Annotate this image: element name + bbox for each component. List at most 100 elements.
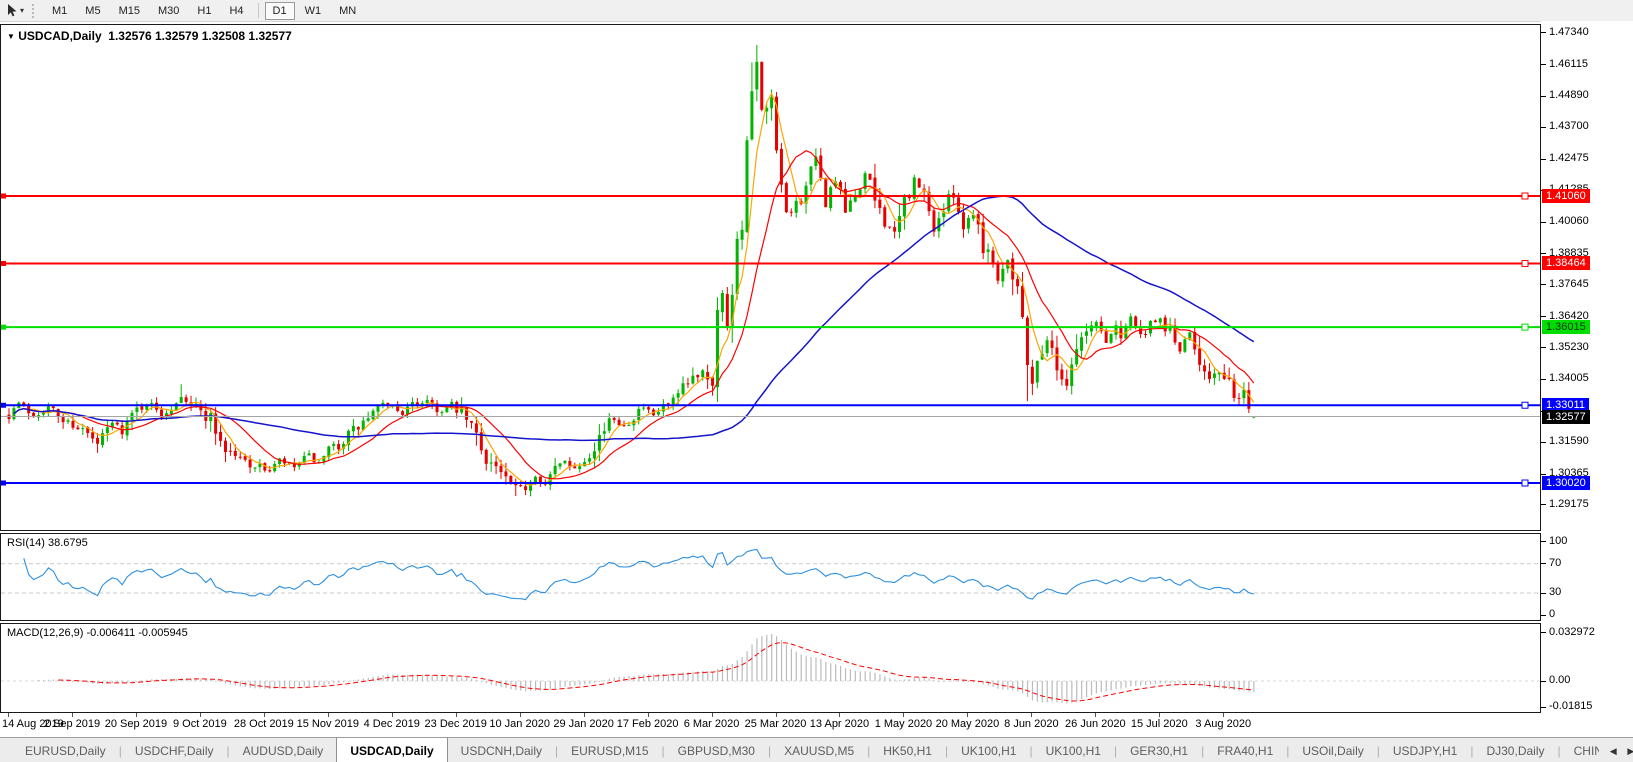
timeframe-button-h4[interactable]: H4 [221,2,251,20]
date-tick-mark [903,713,905,717]
hline-price-chip: 1.30020 [1542,476,1590,490]
chart-tab-eurusd-daily[interactable]: EURUSD,Daily [12,738,119,762]
date-tick-mark [1095,713,1097,717]
toolbar-separator [257,3,259,18]
macd-plot[interactable] [1,624,1540,712]
date-label: 3 Aug 2020 [1195,718,1252,730]
macd-tick-label: -0.01815 [1549,700,1593,713]
rsi-tick-label: 0 [1549,608,1556,620]
macd-tick-mark [1541,680,1546,682]
chart-tab-usdjpy-h1[interactable]: USDJPY,H1 [1380,738,1470,762]
price-tick-label: 1.42475 [1549,152,1589,165]
date-label: 26 Jun 2020 [1065,718,1126,730]
date-tick-mark [775,713,777,717]
rsi-tick-mark [1541,614,1546,616]
dropdown-triangle-icon: ▼ [7,32,15,41]
macd-tick-label: 0.00 [1549,674,1571,686]
date-label: 15 Jul 2020 [1130,718,1188,730]
timeframe-button-w1[interactable]: W1 [297,2,330,20]
date-tick-mark [8,713,9,717]
date-tick-mark [583,713,585,717]
price-tick-label: 1.40060 [1549,215,1589,227]
price-tick-mark [1541,253,1546,255]
rsi-tick-mark [1541,592,1546,594]
rsi-indicator-panel[interactable]: RSI(14) 38.6795 [0,533,1541,621]
price-tick-label: 1.44890 [1549,89,1589,102]
macd-tick-mark [1541,706,1546,708]
timeframe-buttons: M1 M5 M15 M30 H1 H4 D1 W1 MN [43,0,365,21]
date-tick-mark [1159,713,1161,717]
hline-price-chip: 1.38464 [1542,256,1590,271]
date-tick-mark [839,713,841,717]
timeframe-button-h1[interactable]: H1 [189,2,219,20]
price-tick-mark [1541,158,1546,160]
chart-tab-usdcad-daily[interactable]: USDCAD,Daily [336,738,448,762]
date-label: 17 Feb 2020 [616,718,679,730]
date-tick-mark [135,713,137,717]
candlestick-chart[interactable] [1,25,1540,530]
date-axis[interactable]: 14 Aug 2019 2 Sep 2019 20 Sep 2019 9 Oct 20… [0,713,1541,737]
price-tick-label: 1.29175 [1549,497,1589,510]
macd-indicator-panel[interactable]: MACD(12,26,9) -0.006411 -0.005945 [0,623,1541,713]
chart-tab-uk100-h1[interactable]: UK100,H1 [1033,738,1114,762]
price-tick-label: 1.31590 [1549,435,1589,448]
price-tick-label: 1.47340 [1549,25,1589,38]
price-tick-label: 1.37645 [1549,277,1589,290]
scroll-left-icon[interactable]: ◀ [1610,746,1617,757]
timeframe-button-m5[interactable]: M5 [77,2,108,20]
date-label: 8 Jun 2020 [1004,718,1059,730]
date-tick-mark [263,713,265,717]
chart-tab-eurusd-m15[interactable]: EURUSD,M15 [558,738,661,762]
price-tick-mark [1541,64,1546,66]
mt4-window: ▾ M1 M5 M15 M30 H1 H4 D1 W1 MN ▼ USDCAD,Daily 1.… [0,0,1633,762]
chart-tab-gbpusd-m30[interactable]: GBPUSD,M30 [665,738,768,762]
rsi-tick-mark [1541,563,1546,565]
rsi-plot[interactable] [1,534,1540,620]
chart-tab-fra40-h1[interactable]: FRA40,H1 [1204,738,1286,762]
price-tick-label: 1.46115 [1549,57,1588,70]
price-tick-mark [1541,347,1546,349]
date-label: 20 May 2020 [935,718,1000,730]
date-label: 23 Dec 2019 [424,718,487,730]
chart-tab-usoil-daily[interactable]: USOil,Daily [1289,738,1376,762]
timeframe-button-m30[interactable]: M30 [150,2,187,20]
timeframe-button-mn[interactable]: MN [331,2,364,20]
timeframe-button-d1[interactable]: D1 [264,1,295,20]
scroll-right-icon[interactable]: ▶ [1627,746,1633,757]
pointer-tool-icon[interactable]: ▾ [4,3,27,18]
date-label: 13 Apr 2020 [809,718,870,730]
price-tick-mark [1541,126,1546,128]
chart-tab-ger30-h1[interactable]: GER30,H1 [1117,738,1201,762]
timeframe-button-m15[interactable]: M15 [111,2,148,20]
chart-tab-audusd-daily[interactable]: AUDUSD,Daily [230,738,337,762]
date-label: 1 May 2020 [874,718,933,730]
timeframe-button-m1[interactable]: M1 [44,2,75,20]
price-axis[interactable]: 1.473401.461151.448901.437001.424751.412… [1541,21,1633,713]
date-tick-mark [391,713,393,717]
price-tick-mark [1541,284,1546,286]
toolbar-grip[interactable] [32,3,37,18]
cursor-arrow-icon [8,4,17,17]
chart-tab-usdcnh-daily[interactable]: USDCNH,Daily [448,738,555,762]
chart-tab-usdchf-daily[interactable]: USDCHF,Daily [122,738,227,762]
date-tick-mark [1031,713,1033,717]
price-tick-mark [1541,95,1546,97]
main-chart-panel[interactable]: ▼ USDCAD,Daily 1.32576 1.32579 1.32508 1… [0,24,1541,531]
rsi-title: RSI(14) 38.6795 [7,537,88,549]
rsi-tick-label: 100 [1549,534,1568,547]
date-tick-mark [1223,713,1225,717]
chart-tab-xauusd-m5[interactable]: XAUUSD,M5 [771,738,867,762]
date-tick-mark [711,713,713,717]
price-tick-mark [1541,316,1546,318]
hline-price-chip: 1.36015 [1542,320,1590,335]
chart-tab-uk100-h1[interactable]: UK100,H1 [948,738,1029,762]
date-label: 28 Oct 2019 [233,718,294,730]
date-tick-mark [647,713,649,717]
date-tick-mark [455,713,457,717]
date-tick-mark [967,713,969,717]
chart-tab-hk50-h1[interactable]: HK50,H1 [870,738,945,762]
date-label: 10 Jan 2020 [489,718,550,730]
date-tick-mark [519,713,521,717]
chart-tab-dj30-daily[interactable]: DJ30,Daily [1473,738,1557,762]
date-tick-mark [199,713,201,717]
